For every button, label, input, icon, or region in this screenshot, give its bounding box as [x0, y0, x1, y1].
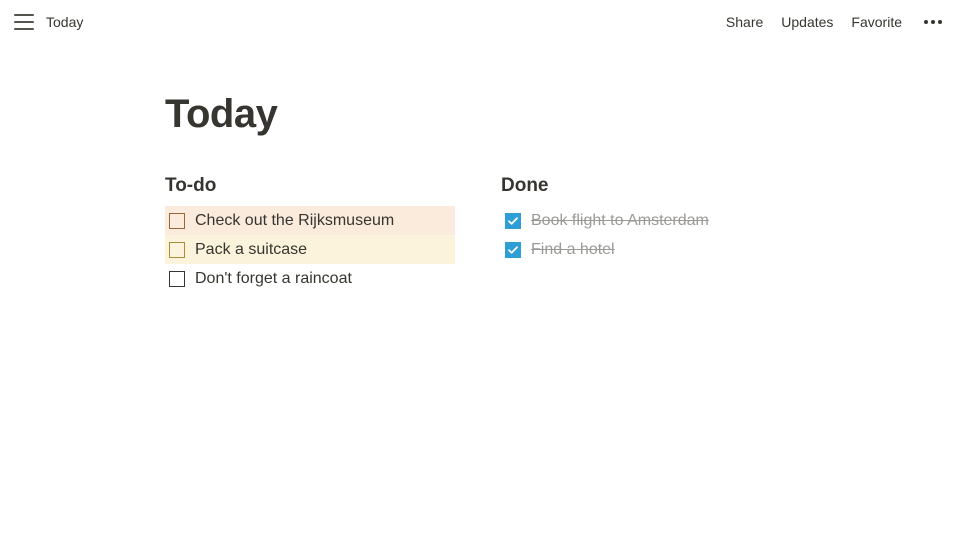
done-label: Find a hotel [531, 241, 615, 259]
done-column: Done Book flight to Amsterdam Find a hot… [501, 175, 801, 293]
todo-label: Check out the Rijksmuseum [195, 212, 394, 230]
checkbox-unchecked-icon[interactable] [169, 242, 185, 258]
updates-button[interactable]: Updates [781, 14, 833, 30]
todo-label: Pack a suitcase [195, 241, 307, 259]
todo-item[interactable]: Pack a suitcase [165, 235, 455, 264]
todo-label: Don't forget a raincoat [195, 270, 352, 288]
more-icon[interactable] [920, 16, 946, 28]
columns: To-do Check out the Rijksmuseum Pack a s… [165, 175, 795, 293]
todo-column: To-do Check out the Rijksmuseum Pack a s… [165, 175, 455, 293]
todo-item[interactable]: Don't forget a raincoat [165, 264, 455, 293]
topbar-left: Today [14, 14, 83, 30]
checkbox-checked-icon[interactable] [505, 213, 521, 229]
checkbox-unchecked-icon[interactable] [169, 213, 185, 229]
page-content: Today To-do Check out the Rijksmuseum Pa… [0, 44, 960, 293]
topbar-right: Share Updates Favorite [726, 14, 946, 30]
done-heading[interactable]: Done [501, 175, 801, 197]
favorite-button[interactable]: Favorite [851, 14, 902, 30]
share-button[interactable]: Share [726, 14, 763, 30]
breadcrumb[interactable]: Today [46, 14, 83, 30]
done-item[interactable]: Book flight to Amsterdam [501, 206, 801, 235]
menu-icon[interactable] [14, 14, 34, 30]
done-item[interactable]: Find a hotel [501, 235, 801, 264]
checkbox-unchecked-icon[interactable] [169, 271, 185, 287]
done-label: Book flight to Amsterdam [531, 212, 709, 230]
todo-heading[interactable]: To-do [165, 175, 455, 197]
todo-item[interactable]: Check out the Rijksmuseum [165, 206, 455, 235]
page-title[interactable]: Today [165, 92, 795, 137]
checkbox-checked-icon[interactable] [505, 242, 521, 258]
topbar: Today Share Updates Favorite [0, 0, 960, 44]
